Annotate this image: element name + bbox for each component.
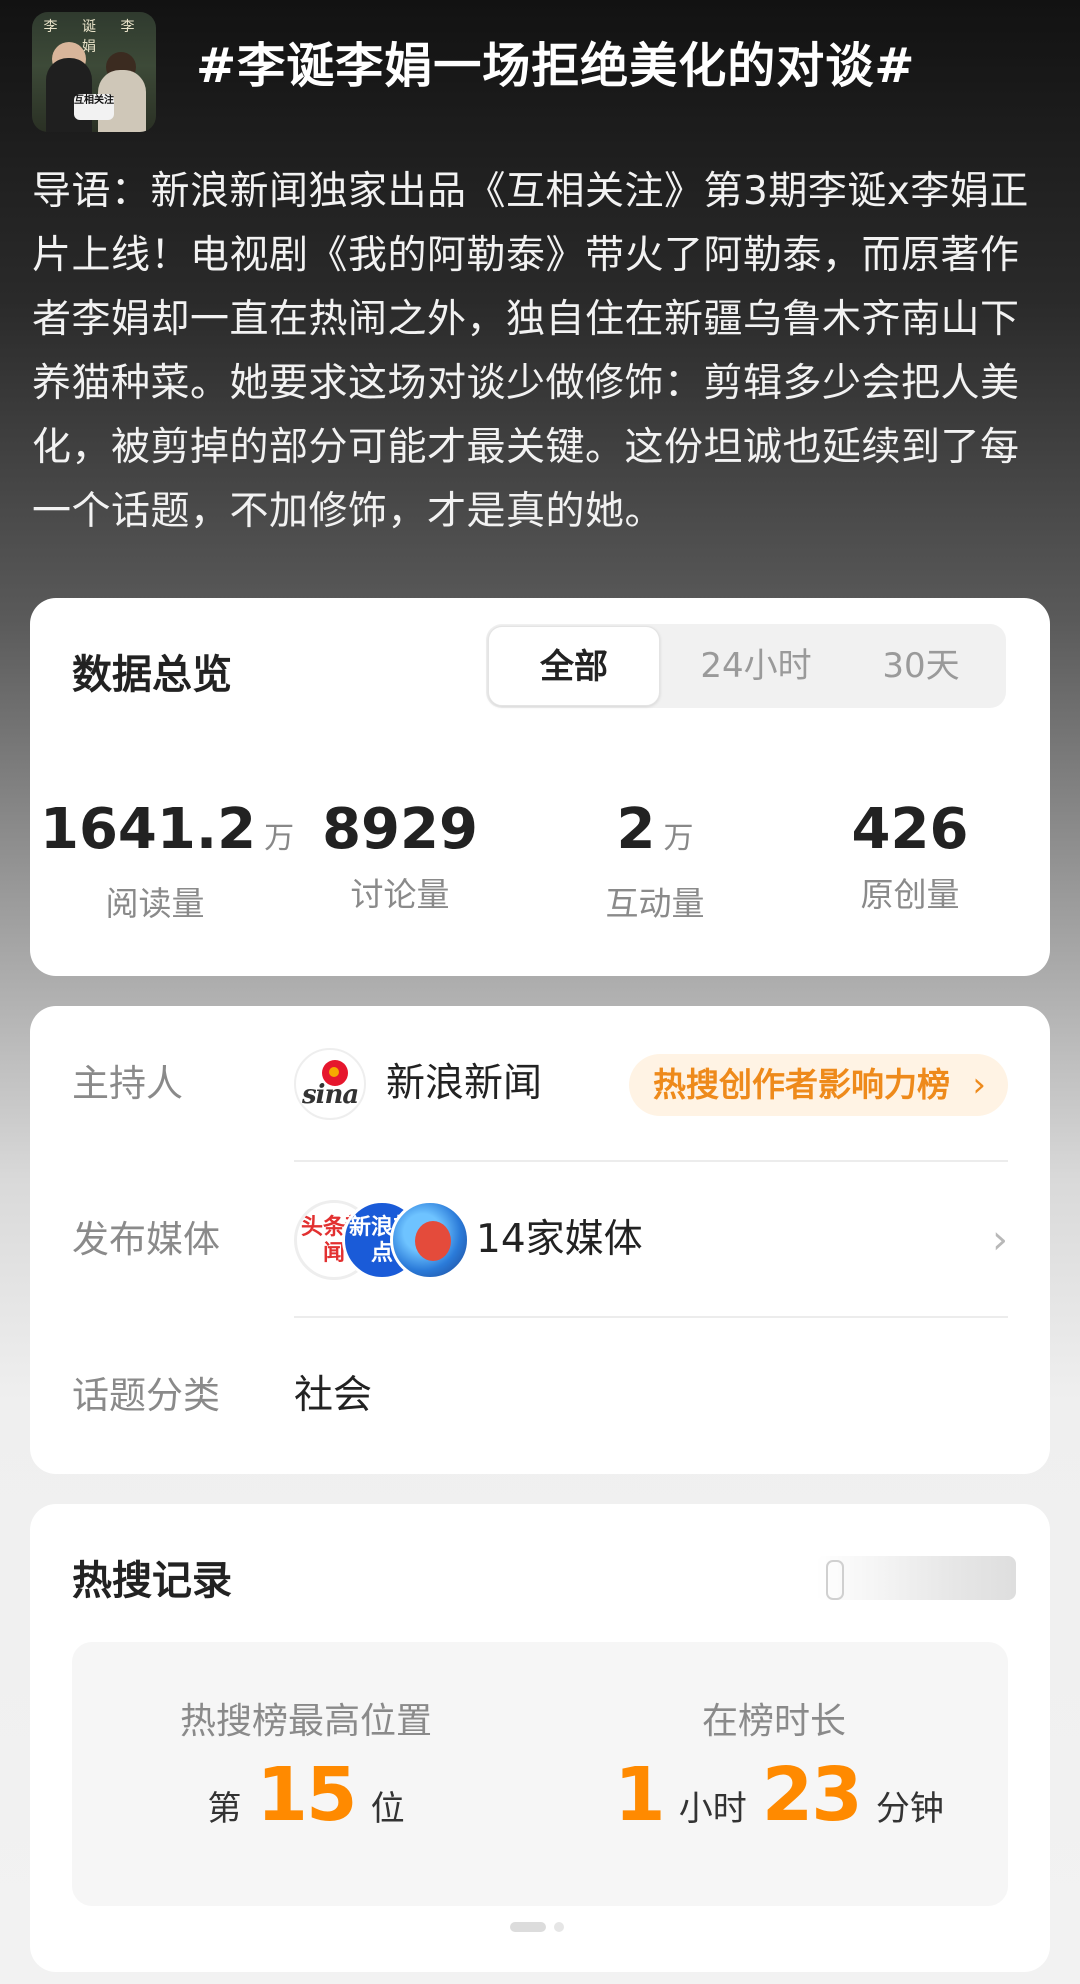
- stat-originals: 426 原创量: [810, 798, 1010, 916]
- stat-reads: 1641.2 万 阅读量: [40, 797, 294, 925]
- duration-label: 在榜时长: [701, 1701, 846, 1742]
- stat-discussions-label: 讨论量: [350, 875, 450, 914]
- host-name[interactable]: 新浪新闻: [386, 1006, 542, 1162]
- media-label: 发布媒体: [72, 1218, 220, 1261]
- peak-position: 热搜榜最高位置 第 15 位: [72, 1642, 540, 1906]
- cover-text: 李 诞 李 娟: [43, 19, 145, 55]
- creator-influence-rank-label: 热搜创作者影响力榜: [653, 1065, 950, 1104]
- stat-originals-label: 原创量: [860, 875, 960, 914]
- data-overview-card: 数据总览 24小时 30天 全部 1641.2 万 阅读量 8929 讨论量 2万…: [30, 598, 1050, 976]
- media-row[interactable]: 发布媒体 头条新闻 新浪热点 14家媒体 ›: [72, 1162, 1008, 1318]
- page-dot: [554, 1922, 564, 1932]
- topic-title: #李诞李娟一场拒绝美化的对谈#: [196, 38, 916, 94]
- media-count: 14家媒体: [476, 1217, 643, 1262]
- bird-icon: [415, 1221, 451, 1261]
- hot-search-panel: 热搜榜最高位置 第 15 位 在榜时长 1 小时 23 分钟: [72, 1642, 1008, 1906]
- peak-value: 15: [256, 1752, 358, 1838]
- topic-header: 李 诞 李 娟 互相关注 #李诞李娟一场拒绝美化的对谈#: [32, 12, 1048, 132]
- page-indicator: [510, 1922, 570, 1934]
- peak-position-label: 热搜榜最高位置: [179, 1701, 432, 1742]
- duration-minutes-unit: 分钟: [875, 1789, 944, 1829]
- host-label: 主持人: [72, 1062, 183, 1105]
- creator-influence-rank-button[interactable]: 热搜创作者影响力榜 ›: [629, 1054, 1008, 1116]
- tab-24h[interactable]: 24小时: [676, 624, 836, 708]
- hot-search-record-heading: 热搜记录: [72, 1558, 232, 1604]
- stat-interactions-label: 互动量: [605, 884, 705, 923]
- stat-originals-value: 426: [851, 797, 969, 862]
- time-range-segmented-control: 24小时 30天 全部: [486, 624, 1006, 708]
- duration-hours-unit: 小时: [678, 1789, 747, 1829]
- category-row: 话题分类 社会: [72, 1318, 1008, 1474]
- tab-all[interactable]: 全部: [488, 626, 660, 706]
- peak-prefix: 第: [207, 1789, 242, 1829]
- media-avatar-bird: [390, 1200, 470, 1280]
- stat-reads-label: 阅读量: [105, 884, 205, 923]
- stat-interactions: 2万 互动量: [555, 798, 755, 925]
- hot-search-record-card: 热搜记录 热搜榜最高位置 第 15 位 在榜时长 1 小时 23 分钟: [30, 1504, 1050, 1972]
- duration-minutes: 23: [761, 1752, 863, 1838]
- topic-info-card: 主持人 sina 新浪新闻 热搜创作者影响力榜 › 发布媒体 头条新闻 新浪热点…: [30, 1006, 1050, 1474]
- on-list-duration: 在榜时长 1 小时 23 分钟: [540, 1642, 1008, 1906]
- blurred-tag: [816, 1556, 1016, 1600]
- stat-discussions: 8929 讨论量: [300, 798, 500, 916]
- stat-reads-value: 1641.2: [40, 797, 257, 862]
- cover-badge: 互相关注: [74, 94, 114, 120]
- stat-interactions-unit: 万: [663, 821, 694, 856]
- host-row: 主持人 sina 新浪新闻 热搜创作者影响力榜 ›: [72, 1006, 1008, 1162]
- topic-cover-image[interactable]: 李 诞 李 娟 互相关注: [32, 12, 156, 132]
- duration-hours: 1: [614, 1752, 665, 1838]
- chevron-right-icon[interactable]: ›: [992, 1162, 1008, 1318]
- page-dot-active: [510, 1922, 546, 1932]
- topic-intro: 导语：新浪新闻独家出品《互相关注》第3期李诞x李娟正片上线！电视剧《我的阿勒泰》…: [32, 169, 1029, 534]
- category-label: 话题分类: [72, 1374, 220, 1417]
- stat-interactions-value: 2: [616, 797, 656, 862]
- tab-30d[interactable]: 30天: [836, 624, 1006, 708]
- stat-discussions-value: 8929: [322, 797, 478, 862]
- sina-logo-text: sina: [302, 1080, 359, 1110]
- data-overview-heading: 数据总览: [72, 652, 232, 698]
- stat-reads-unit: 万: [264, 821, 295, 856]
- media-avatar-stack: 头条新闻 新浪热点: [294, 1200, 470, 1280]
- chevron-right-icon: ›: [972, 1065, 986, 1105]
- category-value: 社会: [294, 1373, 373, 1418]
- peak-suffix: 位: [370, 1789, 405, 1829]
- sina-logo-icon[interactable]: sina: [294, 1048, 366, 1120]
